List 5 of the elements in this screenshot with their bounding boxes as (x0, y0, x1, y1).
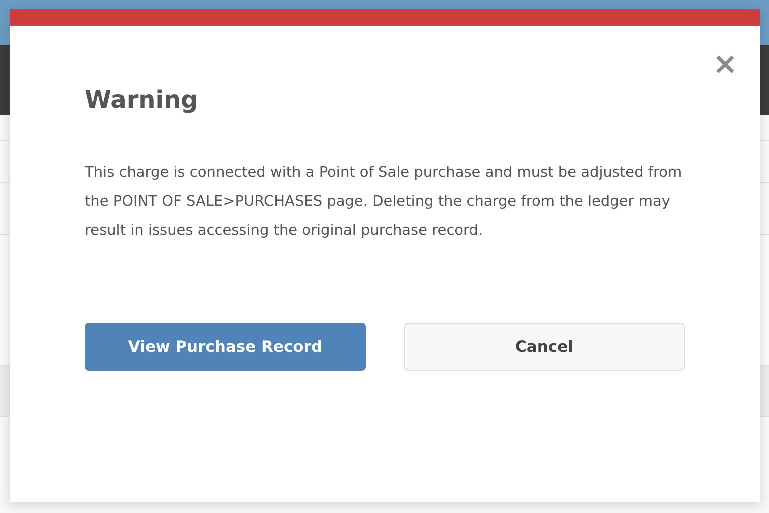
view-record-button[interactable]: View Purchase Record (85, 323, 366, 371)
warning-message: This charge is connected with a Point of Sale purchase and must be adjusted from the POINT OF SALE>PURCHASES page. Deleting the charge from the ledger may result in issues accessing the original purchase record. (85, 164, 684, 241)
dialog-title: Warning (85, 86, 200, 114)
close-button[interactable]: × (712, 50, 738, 80)
cancel-button[interactable]: Cancel (404, 323, 685, 371)
